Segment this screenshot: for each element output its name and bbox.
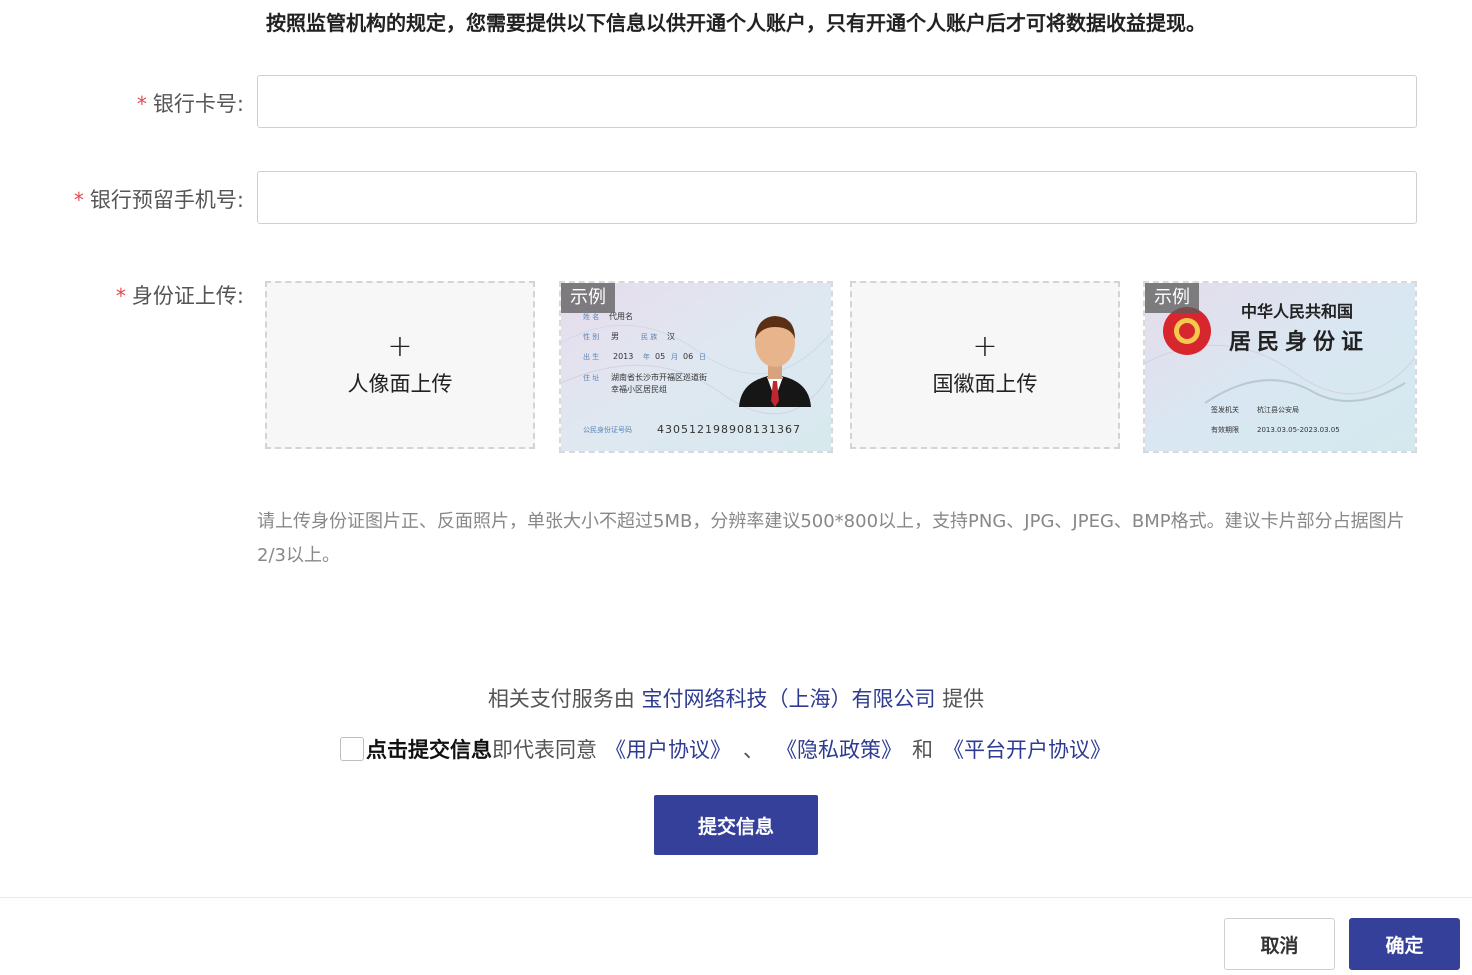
sample-badge: 示例: [561, 283, 615, 313]
required-mark: *: [115, 284, 126, 308]
id-month-unit: 月: [671, 353, 678, 361]
id-number-label: 公民身份证号码: [583, 425, 632, 434]
authority-label: 签发机关: [1211, 405, 1239, 414]
privacy-policy-link[interactable]: 《隐私政策》: [776, 734, 902, 764]
id-birth-label: 出 生: [583, 352, 599, 361]
portrait-upload-box[interactable]: + 人像面上传: [265, 281, 535, 449]
plus-icon: +: [972, 329, 998, 364]
bank-card-label: * 银行卡号:: [136, 92, 244, 116]
validity-label: 有效期限: [1211, 425, 1239, 434]
bank-card-input[interactable]: [257, 75, 1417, 128]
national-emblem-icon: [1163, 307, 1211, 355]
sample-badge: 示例: [1145, 283, 1199, 313]
id-back-title1: 中华人民共和国: [1241, 302, 1353, 321]
plus-icon: +: [387, 329, 413, 364]
confirm-button[interactable]: 确定: [1349, 918, 1460, 970]
agree-separator: 、: [743, 738, 764, 762]
id-day-unit: 日: [699, 353, 706, 361]
upload-hint: 请上传身份证图片正、反面照片，单张大小不超过5MB，分辨率建议500*800以上…: [257, 511, 1405, 566]
regulation-notice: 按照监管机构的规定，您需要提供以下信息以供开通个人账户，只有开通个人账户后才可将…: [266, 11, 1206, 35]
cancel-button[interactable]: 取消: [1224, 918, 1335, 970]
id-address-line2: 幸福小区居民组: [611, 384, 667, 394]
platform-agreement-link[interactable]: 《平台开户协议》: [943, 734, 1111, 764]
user-agreement-link[interactable]: 《用户协议》: [605, 734, 731, 764]
id-ethnicity-value: 汉: [667, 332, 675, 341]
id-name-label: 姓 名: [583, 312, 599, 321]
emblem-upload-text: 国徽面上传: [932, 372, 1038, 396]
agreement-row: 点击提交信息 即代表同意 《用户协议》 、 《隐私政策》 和 《平台开户协议》: [340, 734, 1111, 764]
agree-checkbox[interactable]: [340, 737, 364, 761]
id-address-line1: 湖南省长沙市开福区巡道街: [611, 372, 707, 382]
required-mark: *: [136, 92, 147, 116]
phone-label: * 银行预留手机号:: [73, 188, 244, 212]
id-birth-day: 06: [683, 352, 693, 361]
required-mark: *: [73, 188, 84, 212]
agree-text: 即代表同意: [492, 738, 597, 762]
id-back-sample: 中华人民共和国 居民身份证 签发机关 杭江县公安局 有效期限 2013.03.0…: [1143, 281, 1417, 453]
id-year-unit: 年: [643, 352, 650, 361]
id-upload-label: * 身份证上传:: [115, 284, 244, 308]
agree-strong-text: 点击提交信息: [366, 738, 492, 762]
id-gender-label: 性 别: [583, 332, 599, 341]
emblem-upload-box[interactable]: + 国徽面上传: [850, 281, 1120, 449]
validity-value: 2013.03.05-2023.03.05: [1257, 426, 1340, 434]
id-address-label: 住 址: [583, 373, 599, 382]
agree-and: 和: [912, 738, 933, 762]
id-birth-month: 05: [655, 352, 665, 361]
authority-value: 杭江县公安局: [1257, 405, 1299, 414]
id-number-value: 430512198908131367: [657, 423, 801, 436]
id-ethnicity-label: 民 族: [641, 332, 657, 341]
id-back-title2: 居民身份证: [1229, 329, 1369, 355]
footer-divider: [0, 897, 1472, 898]
bank-phone-input[interactable]: [257, 171, 1417, 224]
id-gender-value: 男: [611, 332, 619, 341]
portrait-upload-text: 人像面上传: [347, 372, 453, 396]
id-birth-year: 2013: [613, 352, 633, 361]
id-front-sample: 姓 名 代用名 性 别 男 民 族 汉 出 生 2013 年 05 月 06 日…: [559, 281, 833, 453]
provider-company-link[interactable]: 宝付网络科技（上海）有限公司: [642, 687, 936, 711]
payment-provider-line: 相关支付服务由 宝付网络科技（上海）有限公司 提供: [487, 687, 985, 711]
submit-info-button[interactable]: 提交信息: [654, 795, 818, 855]
